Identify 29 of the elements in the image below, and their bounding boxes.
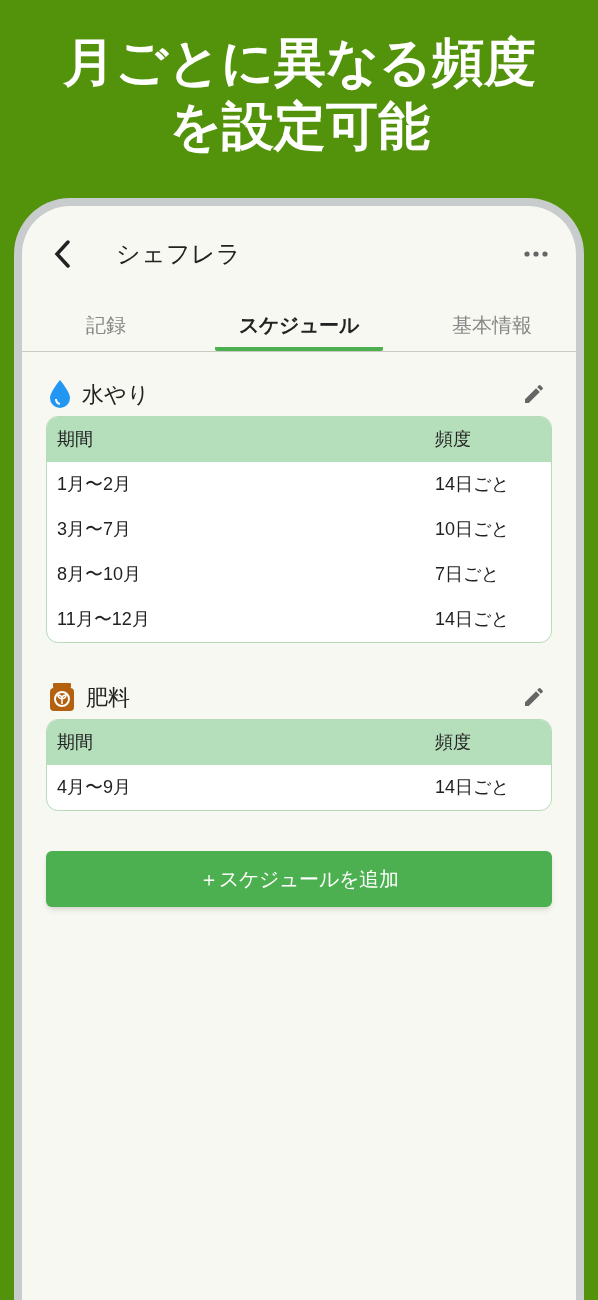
table-cell-text: 14日ごと (435, 776, 510, 799)
section-title: 肥料 (86, 683, 130, 712)
column-header: 頻度 (435, 428, 471, 451)
column-header: 頻度 (435, 731, 471, 754)
table-cell-text: 7日ごと (435, 563, 499, 586)
table-cell-text: 8月〜10月 (57, 563, 143, 586)
table-cell-text: 11月〜12月 (57, 608, 151, 631)
table-cell-text: 3月〜7月 (57, 518, 133, 541)
fertilizer-bag-icon (48, 682, 76, 712)
table-cell-text: 14日ごと (435, 608, 510, 631)
table-cell-text: 4月〜9月 (57, 776, 133, 799)
back-icon[interactable] (52, 239, 72, 269)
water-drop-icon (48, 379, 72, 409)
column-header: 期間 (57, 428, 94, 451)
table-cell-text: 10日ごと (435, 518, 510, 541)
headline: を設定可能 (168, 96, 430, 157)
screen-title: シェフレラ (116, 239, 241, 269)
headline: 月ごとに異なる頻度 (62, 32, 536, 93)
edit-pencil-icon[interactable] (522, 382, 546, 406)
column-header: 期間 (57, 731, 94, 754)
tab[interactable]: スケジュール (214, 302, 384, 351)
table-cell-text: 1月〜2月 (57, 473, 133, 496)
add-schedule-button[interactable]: ＋スケジュールを追加 (46, 851, 552, 907)
tab[interactable]: 基本情報 (407, 302, 576, 351)
section-title: 水やり (82, 380, 150, 409)
more-icon[interactable] (524, 251, 548, 257)
edit-pencil-icon[interactable] (522, 685, 546, 709)
table-cell-text: 14日ごと (435, 473, 510, 496)
tab[interactable]: 記録 (22, 302, 191, 351)
